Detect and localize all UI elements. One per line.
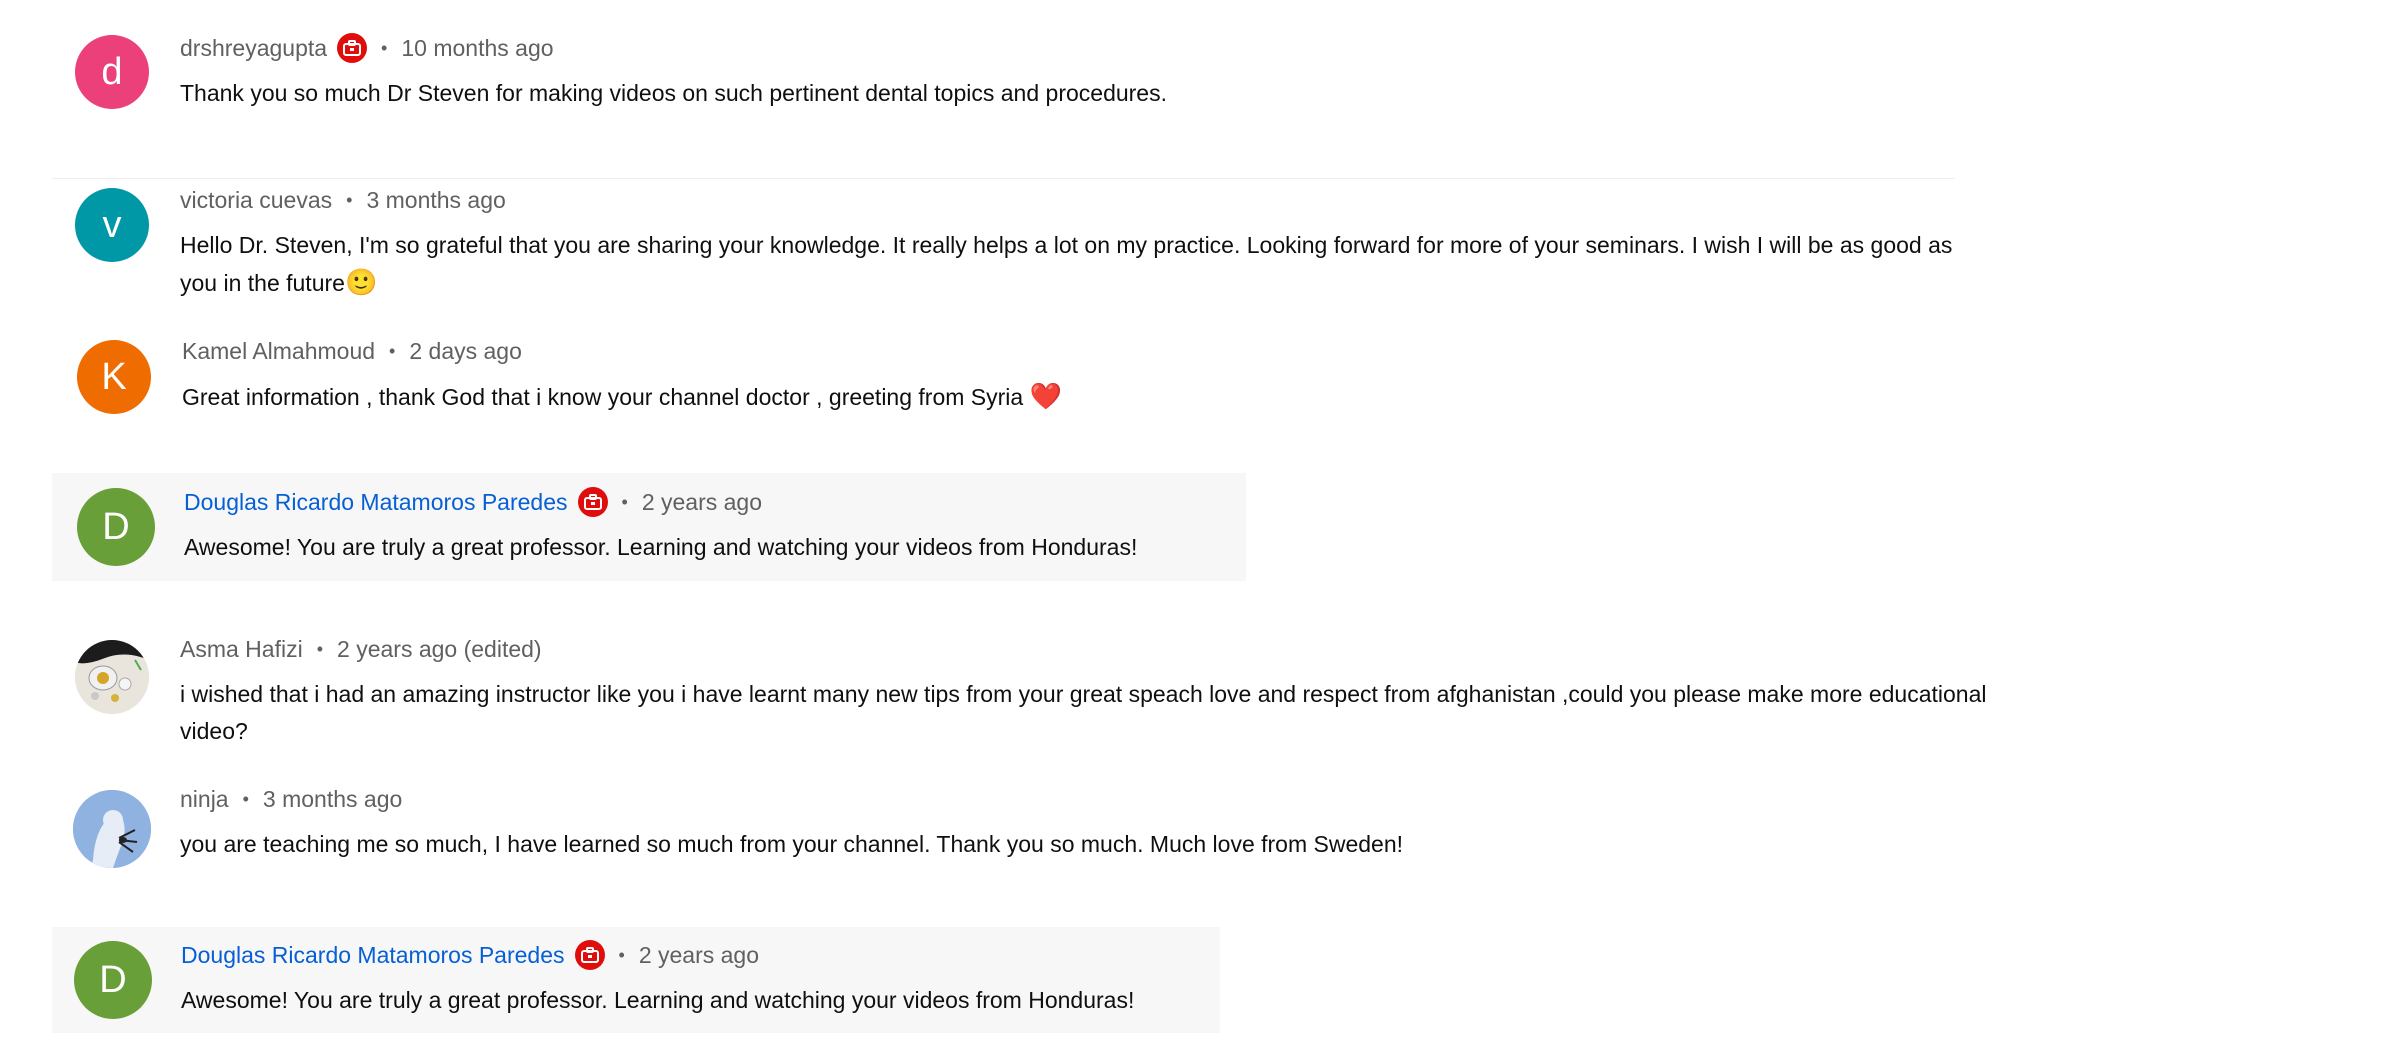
avatar[interactable] (75, 640, 149, 714)
comment-thread: K Kamel Almahmoud • 2 days ago Great inf… (0, 330, 2000, 430)
comment-text: Great information , thank God that i kno… (182, 378, 1972, 416)
comment-header: Asma Hafizi • 2 years ago (edited) (180, 634, 542, 664)
divider (52, 178, 1955, 179)
comment-header: drshreyagupta • 10 months ago (180, 33, 554, 63)
avatar-letter: d (101, 50, 123, 93)
smile-emoji-icon: 🙂 (344, 267, 378, 297)
comment-text-body: Great information , thank God that i kno… (182, 384, 1030, 410)
separator-dot: • (242, 789, 249, 809)
comment-text: you are teaching me so much, I have lear… (180, 831, 1404, 857)
author-name[interactable]: drshreyagupta (180, 33, 327, 63)
comment-header: victoria cuevas • 3 months ago (180, 185, 506, 215)
separator-dot: • (316, 639, 324, 659)
author-name[interactable]: Asma Hafizi (180, 634, 303, 664)
separator-dot: • (618, 945, 625, 965)
author-name[interactable]: Douglas Ricardo Matamoros Paredes (181, 940, 565, 970)
avatar-letter: D (102, 505, 130, 548)
comment-header: ninja • 3 months ago (180, 784, 402, 814)
comment-timestamp[interactable]: 2 days ago (409, 336, 522, 366)
comment-text: Hello Dr. Steven, I'm so grateful that y… (180, 227, 1970, 302)
comment-header: Douglas Ricardo Matamoros Paredes • 2 ye… (181, 940, 759, 970)
creator-badge-icon (574, 940, 605, 970)
avatar[interactable]: D (74, 941, 152, 1019)
comment-timestamp[interactable]: 10 months ago (401, 33, 553, 63)
comment-timestamp[interactable]: 2 years ago (642, 487, 762, 517)
author-name[interactable]: Douglas Ricardo Matamoros Paredes (184, 487, 568, 517)
comment-text: i wished that i had an amazing instructo… (180, 681, 1987, 744)
separator-dot: • (346, 190, 353, 210)
creator-badge-icon (577, 487, 608, 517)
avatar[interactable] (73, 790, 151, 868)
avatar-letter: D (99, 958, 127, 1001)
comment-timestamp[interactable]: 2 years ago (639, 940, 759, 970)
comment-timestamp[interactable]: 2 years ago (edited) (337, 634, 542, 664)
photo-avatar-icon (75, 640, 149, 714)
avatar[interactable]: d (75, 35, 149, 109)
comment-thread: d drshreyagupta • 10 months ago Thank yo… (0, 0, 2000, 150)
comment-timestamp[interactable]: 3 months ago (263, 784, 402, 814)
comment-header: Kamel Almahmoud • 2 days ago (182, 336, 522, 366)
comment-text: Thank you so much Dr Steven for making v… (180, 80, 1167, 106)
avatar[interactable]: v (75, 188, 149, 262)
highlighted-comment: D Douglas Ricardo Matamoros Paredes • 2 … (52, 927, 1220, 1033)
avatar[interactable]: K (77, 340, 151, 414)
comment-timestamp[interactable]: 3 months ago (366, 185, 505, 215)
comment-text-body: Hello Dr. Steven, I'm so grateful that y… (180, 232, 1953, 296)
heart-emoji-icon: ❤️ (1029, 381, 1062, 411)
comment-header: Douglas Ricardo Matamoros Paredes • 2 ye… (184, 487, 762, 517)
author-name[interactable]: ninja (180, 784, 229, 814)
author-name[interactable]: victoria cuevas (180, 185, 332, 215)
avatar-letter: v (102, 203, 122, 246)
highlighted-comment: D Douglas Ricardo Matamoros Paredes • 2 … (52, 473, 1246, 581)
comment-text: Awesome! You are truly a great professor… (184, 534, 1138, 560)
avatar[interactable]: D (77, 488, 155, 566)
comment-text: Awesome! You are truly a great professor… (181, 987, 1135, 1013)
separator-dot: • (389, 341, 396, 361)
author-name[interactable]: Kamel Almahmoud (182, 336, 375, 366)
separator-dot: • (381, 38, 388, 58)
creator-badge-icon (337, 33, 368, 63)
avatar-letter: K (101, 355, 127, 398)
comment-thread: v victoria cuevas • 3 months ago Hello D… (0, 180, 2000, 310)
comment-thread: Asma Hafizi • 2 years ago (edited) i wis… (0, 630, 2000, 760)
comment-thread: ninja • 3 months ago you are teaching me… (0, 780, 2000, 880)
illustration-avatar-icon (73, 790, 151, 868)
separator-dot: • (621, 492, 628, 512)
